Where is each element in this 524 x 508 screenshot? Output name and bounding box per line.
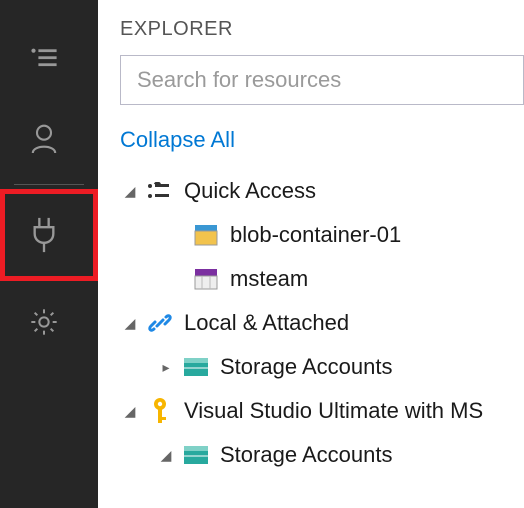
account-icon [30,125,58,153]
activity-explorer[interactable] [0,16,98,98]
explorer-list-icon [30,43,58,71]
quick-access-icon [146,177,174,205]
tree-label: Quick Access [184,178,316,204]
caret-collapsed-icon: ▸ [156,359,176,376]
tree-node-storage-accounts-sub[interactable]: ◢ Storage Accounts [120,433,524,477]
caret-expanded-icon: ◢ [156,447,176,464]
caret-expanded-icon: ◢ [120,183,140,200]
panel-title: EXPLORER [98,0,524,55]
blob-container-icon [192,221,220,249]
tree-node-local-attached[interactable]: ◢ Local & Attached [120,301,524,345]
activity-connect[interactable] [0,189,98,281]
tree-node-storage-accounts-local[interactable]: ▸ Storage Accounts [120,345,524,389]
tree-label: msteam [230,266,308,292]
plug-icon [30,221,58,249]
tree-node-subscription[interactable]: ◢ Visual Studio Ultimate with MS [120,389,524,433]
resource-tree: ◢ Quick Access [98,169,524,477]
explorer-panel: EXPLORER Collapse All ◢ Quick Access [98,0,524,508]
tree-label: Storage Accounts [220,354,392,380]
caret-expanded-icon: ◢ [120,315,140,332]
link-icon [146,309,174,337]
tree-label: blob-container-01 [230,222,401,248]
storage-icon [182,353,210,381]
gear-icon [30,308,58,336]
activity-settings[interactable] [0,281,98,363]
table-icon [192,265,220,293]
key-icon [146,397,174,425]
search-input[interactable] [120,55,524,105]
caret-expanded-icon: ◢ [120,403,140,420]
tree-item-blob-container[interactable]: blob-container-01 [120,213,524,257]
search-container [98,55,524,121]
tree-label: Storage Accounts [220,442,392,468]
tree-node-quick-access[interactable]: ◢ Quick Access [120,169,524,213]
collapse-all-link[interactable]: Collapse All [98,121,524,169]
storage-icon [182,441,210,469]
tree-label: Local & Attached [184,310,349,336]
activity-divider [14,184,84,185]
tree-item-table[interactable]: msteam [120,257,524,301]
tree-label: Visual Studio Ultimate with MS [184,398,483,424]
activity-bar [0,0,98,508]
activity-account[interactable] [0,98,98,180]
